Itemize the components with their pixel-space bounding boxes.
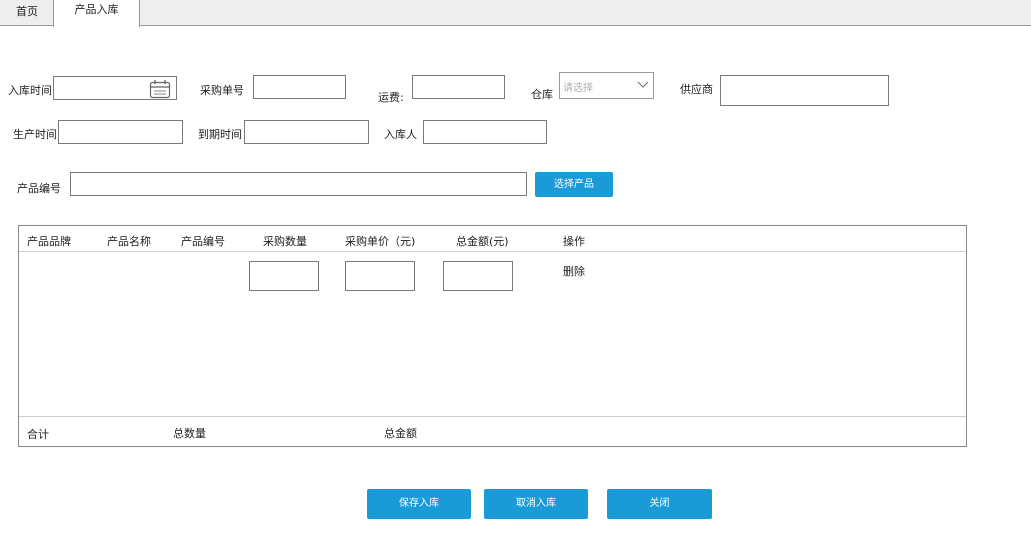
- purchase-no-input[interactable]: [253, 75, 346, 99]
- footer-total-label: 合计: [27, 428, 49, 441]
- unit-price-input[interactable]: [345, 261, 415, 291]
- supplier-label: 供应商: [680, 83, 713, 96]
- stock-in-person-label: 入库人: [384, 128, 417, 141]
- chevron-down-icon: [637, 81, 649, 88]
- tab-home[interactable]: 首页: [0, 0, 54, 26]
- stock-in-time-label: 入库时间: [8, 84, 52, 97]
- column-header-name: 产品名称: [107, 235, 151, 248]
- tab-product-stock-in[interactable]: 产品入库: [53, 0, 140, 27]
- warehouse-select[interactable]: 请选择: [559, 72, 654, 99]
- column-header-unit-price: 采购单价（元): [345, 235, 416, 248]
- footer-total-amount-label: 总金额: [384, 427, 417, 440]
- column-header-code: 产品编号: [181, 235, 225, 248]
- save-stock-in-button[interactable]: 保存入库: [367, 489, 471, 519]
- quantity-input[interactable]: [249, 261, 319, 291]
- product-table: 产品品牌 产品名称 产品编号 采购数量 采购单价（元) 总金额(元) 操作 删除…: [18, 225, 967, 447]
- column-header-total: 总金额(元): [456, 235, 509, 248]
- freight-input[interactable]: [412, 75, 505, 99]
- production-time-input[interactable]: [58, 120, 183, 144]
- column-header-action: 操作: [563, 235, 585, 248]
- product-code-label: 产品编号: [17, 182, 61, 195]
- header-divider: [19, 251, 966, 252]
- supplier-input[interactable]: [720, 75, 889, 106]
- warehouse-label: 仓库: [531, 88, 553, 101]
- expiry-time-input[interactable]: [244, 120, 369, 144]
- column-header-quantity: 采购数量: [263, 235, 307, 248]
- purchase-no-label: 采购单号: [200, 84, 244, 97]
- column-header-brand: 产品品牌: [27, 235, 71, 248]
- delete-link[interactable]: 删除: [563, 263, 585, 279]
- close-button[interactable]: 关闭: [607, 489, 712, 519]
- freight-label: 运费:: [378, 91, 404, 104]
- expiry-time-label: 到期时间: [198, 128, 242, 141]
- select-product-button[interactable]: 选择产品: [535, 172, 613, 197]
- production-time-label: 生产时间: [13, 128, 57, 141]
- calendar-icon[interactable]: [149, 79, 171, 99]
- footer-divider: [19, 416, 966, 417]
- footer-total-quantity-label: 总数量: [173, 427, 206, 440]
- warehouse-placeholder: 请选择: [563, 83, 593, 94]
- tab-bar: 首页 产品入库: [0, 0, 1031, 27]
- product-code-input[interactable]: [70, 172, 527, 196]
- total-amount-input[interactable]: [443, 261, 513, 291]
- cancel-stock-in-button[interactable]: 取消入库: [484, 489, 588, 519]
- stock-in-person-input[interactable]: [423, 120, 547, 144]
